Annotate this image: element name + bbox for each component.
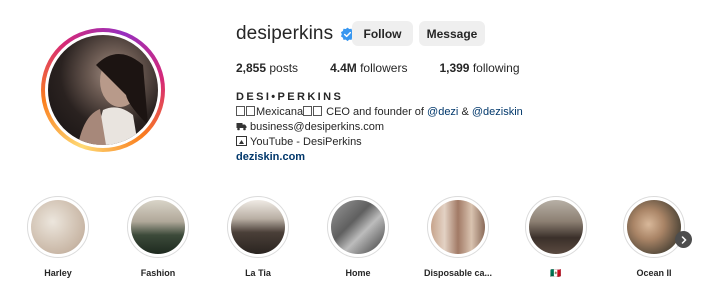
posts-count: 2,855 [236,61,267,75]
bio-line-1: Mexicana CEO and founder of @dezi & @dez… [236,105,523,120]
flag-emoji-icon [303,106,313,116]
highlight-cover [131,200,185,254]
flag-emoji-icon [313,106,323,116]
bio-email: business@desiperkins.com [250,121,385,133]
tv-icon [236,136,247,146]
highlight-item[interactable]: Disposable ca... [418,196,498,278]
highlight-label: Home [345,268,371,278]
profile-avatar-ring[interactable] [41,28,165,152]
avatar-border [45,32,161,148]
chevron-right-icon [681,235,687,244]
flag-emoji-icon [236,106,245,116]
highlight-item[interactable]: Harley [18,196,98,278]
highlight-item[interactable]: La Tia [218,196,298,278]
highlight-cover [231,200,285,254]
scroll-next-button[interactable] [675,231,692,248]
highlight-ring [227,196,289,258]
posts-label: posts [269,61,299,75]
following-label: following [472,61,520,75]
bio-youtube: YouTube - DesiPerkins [250,136,362,148]
mention-deziskin[interactable]: @deziskin [472,106,523,118]
highlight-cover [431,200,485,254]
username[interactable]: desiperkins [236,23,333,45]
bio-line-youtube: YouTube - DesiPerkins [236,135,523,150]
followers-stat[interactable]: 4.4M followers [330,61,407,75]
mention-dezi[interactable]: @dezi [427,106,458,118]
highlight-ring [327,196,389,258]
highlight-label: Ocean II [636,268,672,278]
highlight-cover [627,200,681,254]
highlight-item[interactable]: Fashion [118,196,198,278]
highlight-item[interactable]: 🇲🇽 [516,196,596,279]
followers-count: 4.4M [330,61,357,75]
highlight-label: La Tia [245,268,271,278]
flag-emoji-icon [246,106,255,116]
profile-stats: 2,855 posts 4.4M followers 1,399 followi… [236,61,552,75]
followers-label: followers [360,61,408,75]
avatar[interactable] [48,35,158,145]
username-row: desiperkins [236,21,355,47]
highlight-ring [127,196,189,258]
posts-stat: 2,855 posts [236,61,298,75]
bio-nationality: Mexicana [256,106,304,118]
website-link[interactable]: deziskin.com [236,150,523,165]
highlight-label: Disposable ca... [423,268,493,278]
highlight-ring [427,196,489,258]
bio-line-email: business@desiperkins.com [236,120,523,135]
highlight-label: 🇲🇽 [550,268,562,278]
truck-icon [236,123,247,131]
highlight-ring [623,196,685,258]
bio-amp: & [458,106,472,118]
highlight-cover [31,200,85,254]
highlight-label: Fashion [140,268,176,278]
profile-bio: DESI•PERKINS Mexicana CEO and founder of… [236,90,523,165]
bio-role: CEO and founder of [323,106,428,118]
highlight-cover [529,200,583,254]
message-button[interactable]: Message [419,21,485,46]
follow-button[interactable]: Follow [352,21,413,46]
highlight-item[interactable]: Home [318,196,398,278]
following-count: 1,399 [439,61,470,75]
highlight-ring [27,196,89,258]
highlight-cover [331,200,385,254]
highlight-ring [525,196,587,258]
highlight-label: Harley [44,268,72,278]
following-stat[interactable]: 1,399 following [439,61,519,75]
display-name: DESI•PERKINS [236,91,344,103]
